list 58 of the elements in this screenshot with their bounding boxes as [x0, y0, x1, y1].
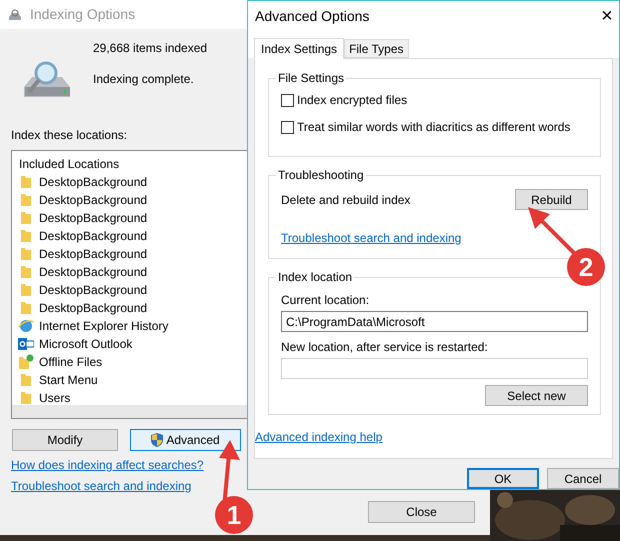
new-location-label: New location, after service is restarted:: [281, 339, 489, 356]
location-item[interactable]: DesktopBackground: [18, 228, 260, 243]
folder-icon: [20, 282, 32, 296]
location-item[interactable]: Users: [18, 390, 260, 405]
checkbox[interactable]: [281, 94, 294, 106]
location-item[interactable]: DesktopBackground: [18, 264, 260, 279]
location-item[interactable]: DesktopBackground: [18, 210, 260, 225]
drive-icon: [8, 8, 22, 22]
location-item[interactable]: Offline Files: [18, 354, 260, 369]
window-title: Indexing Options: [30, 5, 136, 24]
close-button[interactable]: Close: [368, 501, 475, 523]
advanced-help-link[interactable]: Advanced indexing help: [255, 428, 382, 446]
folder-icon: [20, 390, 32, 404]
indexing-status: Indexing complete.: [93, 72, 195, 86]
group-title: Index location: [276, 270, 354, 284]
folder-icon: [20, 300, 32, 314]
group-title: File Settings: [276, 71, 346, 85]
folder-icon: [20, 372, 32, 386]
location-item[interactable]: DesktopBackground: [18, 174, 260, 189]
location-item[interactable]: Start Menu: [18, 372, 260, 387]
location-item[interactable]: DesktopBackground: [18, 282, 260, 297]
folder-icon: [20, 228, 32, 242]
folder-icon: [20, 192, 32, 206]
folder-icon: [20, 264, 32, 278]
folder-icon: [20, 246, 32, 260]
rebuild-description: Delete and rebuild index: [281, 192, 410, 208]
cancel-button[interactable]: Cancel: [547, 468, 619, 489]
tab[interactable]: File Types: [344, 39, 409, 58]
checkbox-label: Treat similar words with diacritics as different words: [297, 119, 570, 136]
list-header: Included Locations: [19, 157, 120, 171]
mail-icon: [18, 336, 34, 350]
location-item[interactable]: Internet Explorer History: [18, 318, 260, 333]
folder-sync-icon: [18, 354, 34, 370]
location-item[interactable]: DesktopBackground: [18, 300, 260, 315]
current-location-field[interactable]: C:\ProgramData\Microsoft: [281, 311, 588, 332]
new-location-field[interactable]: [281, 358, 588, 379]
globe-icon: [18, 318, 34, 334]
dialog-title: Advanced Options: [255, 6, 370, 26]
current-location-label: Current location:: [281, 292, 370, 309]
folder-icon: [20, 210, 32, 224]
select-new-button[interactable]: Select new: [485, 385, 588, 406]
location-item[interactable]: DesktopBackground: [18, 246, 260, 261]
ok-button[interactable]: OK: [467, 468, 539, 489]
tab[interactable]: Index Settings: [254, 38, 344, 59]
items-indexed-count: 29,668 items indexed: [93, 41, 208, 55]
location-item[interactable]: DesktopBackground: [18, 192, 260, 207]
group-title: Troubleshooting: [276, 168, 366, 182]
modify-button[interactable]: Modify: [12, 429, 118, 451]
checkbox[interactable]: [281, 120, 294, 134]
shield-icon: [151, 433, 164, 447]
help-link[interactable]: How does indexing affect searches?: [11, 458, 204, 472]
rebuild-button[interactable]: Rebuild: [515, 189, 588, 210]
folder-icon: [20, 174, 32, 188]
help-link[interactable]: Troubleshoot search and indexing: [11, 479, 192, 493]
checkbox-label: Index encrypted files: [297, 92, 408, 109]
location-item[interactable]: Microsoft Outlook: [18, 336, 260, 351]
troubleshoot-link[interactable]: Troubleshoot search and indexing: [281, 229, 462, 247]
advanced-button[interactable]: Advanced: [130, 429, 241, 451]
